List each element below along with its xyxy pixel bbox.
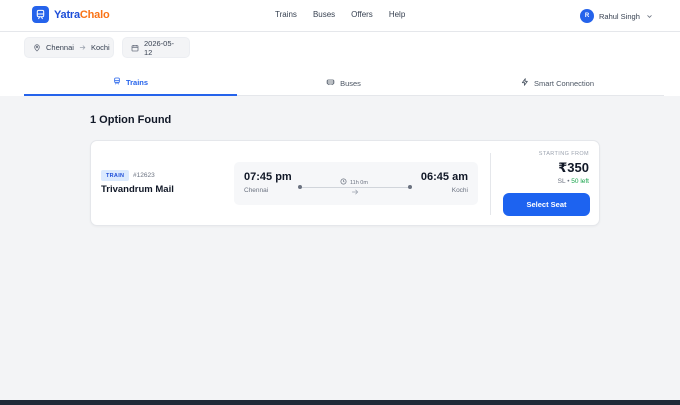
arrival-city: Kochi — [451, 187, 468, 194]
price: ₹350 — [558, 160, 589, 175]
nav-link-offers[interactable]: Offers — [351, 10, 373, 19]
brand-logo[interactable]: YatraChalo — [32, 6, 110, 23]
journey-timeline: 07:45 pm Chennai 11h 0m 06:45 am Kochi — [234, 162, 478, 205]
train-icon — [113, 77, 121, 87]
top-navbar: YatraChalo Trains Buses Offers Help R Ra… — [0, 0, 680, 32]
departure-city: Chennai — [244, 187, 269, 194]
card-divider — [490, 153, 491, 215]
location-pin-icon — [33, 43, 41, 52]
user-menu[interactable]: R Rahul Singh — [580, 7, 653, 25]
starting-from-label: STARTING FROM — [538, 151, 589, 157]
tab-smart-connection-label: Smart Connection — [533, 78, 595, 88]
main-nav: Trains Buses Offers Help — [275, 10, 421, 19]
route-chip[interactable]: Chennai Kochi — [24, 37, 114, 58]
arrow-right-icon — [79, 44, 86, 51]
tab-smart-connection[interactable]: Smart Connection — [451, 70, 664, 96]
tab-buses-label: Buses — [340, 78, 361, 88]
bottom-edge-bar — [0, 400, 680, 405]
logo-train-icon — [32, 6, 49, 23]
results-count-heading: 1 Option Found — [90, 114, 172, 126]
lightning-icon — [521, 78, 529, 88]
seats-left: 50 left — [571, 178, 589, 185]
arrival-time: 06:45 am — [420, 171, 468, 183]
mode-badge: TRAIN — [101, 170, 130, 181]
nav-link-buses[interactable]: Buses — [313, 10, 335, 19]
availability: SL • 50 left — [558, 178, 589, 185]
clock-icon — [340, 178, 347, 187]
avatar: R — [580, 9, 594, 23]
travel-date: 2026-05-12 — [144, 38, 175, 57]
select-seat-button[interactable]: Select Seat — [503, 193, 590, 216]
chevron-down-icon — [646, 7, 653, 25]
tab-trains-label: Trains — [125, 77, 149, 87]
route-to: Kochi — [90, 43, 110, 52]
nav-link-trains[interactable]: Trains — [275, 10, 297, 19]
tab-buses[interactable]: Buses — [237, 70, 450, 96]
departure-time: 07:45 pm — [244, 171, 292, 183]
timeline-end-dot — [408, 185, 412, 189]
tab-trains[interactable]: Trains — [24, 70, 237, 96]
brand-name: YatraChalo — [54, 8, 110, 21]
date-chip[interactable]: 2026-05-12 — [122, 37, 190, 58]
train-number: #12623 — [133, 172, 155, 179]
bus-icon — [326, 78, 335, 88]
nav-link-help[interactable]: Help — [389, 10, 405, 19]
seat-class: SL — [557, 178, 566, 185]
timeline-start-dot — [298, 185, 302, 189]
result-card: TRAIN #12623 Trivandrum Mail 07:45 pm Ch… — [90, 140, 600, 226]
route-from: Chennai — [46, 43, 74, 52]
availability-separator: • — [567, 178, 570, 185]
search-summary: Chennai Kochi 2026-05-12 Trains Buses Sm… — [0, 32, 680, 96]
brand-name-part1: Yatra — [54, 8, 80, 21]
mode-tabs: Trains Buses Smart Connection — [24, 70, 664, 96]
user-name: Rahul Singh — [599, 11, 640, 21]
calendar-icon — [131, 44, 139, 52]
brand-name-part2: Chalo — [79, 8, 110, 21]
train-name: Trivandrum Mail — [101, 184, 174, 195]
arrow-right-icon — [351, 183, 359, 201]
